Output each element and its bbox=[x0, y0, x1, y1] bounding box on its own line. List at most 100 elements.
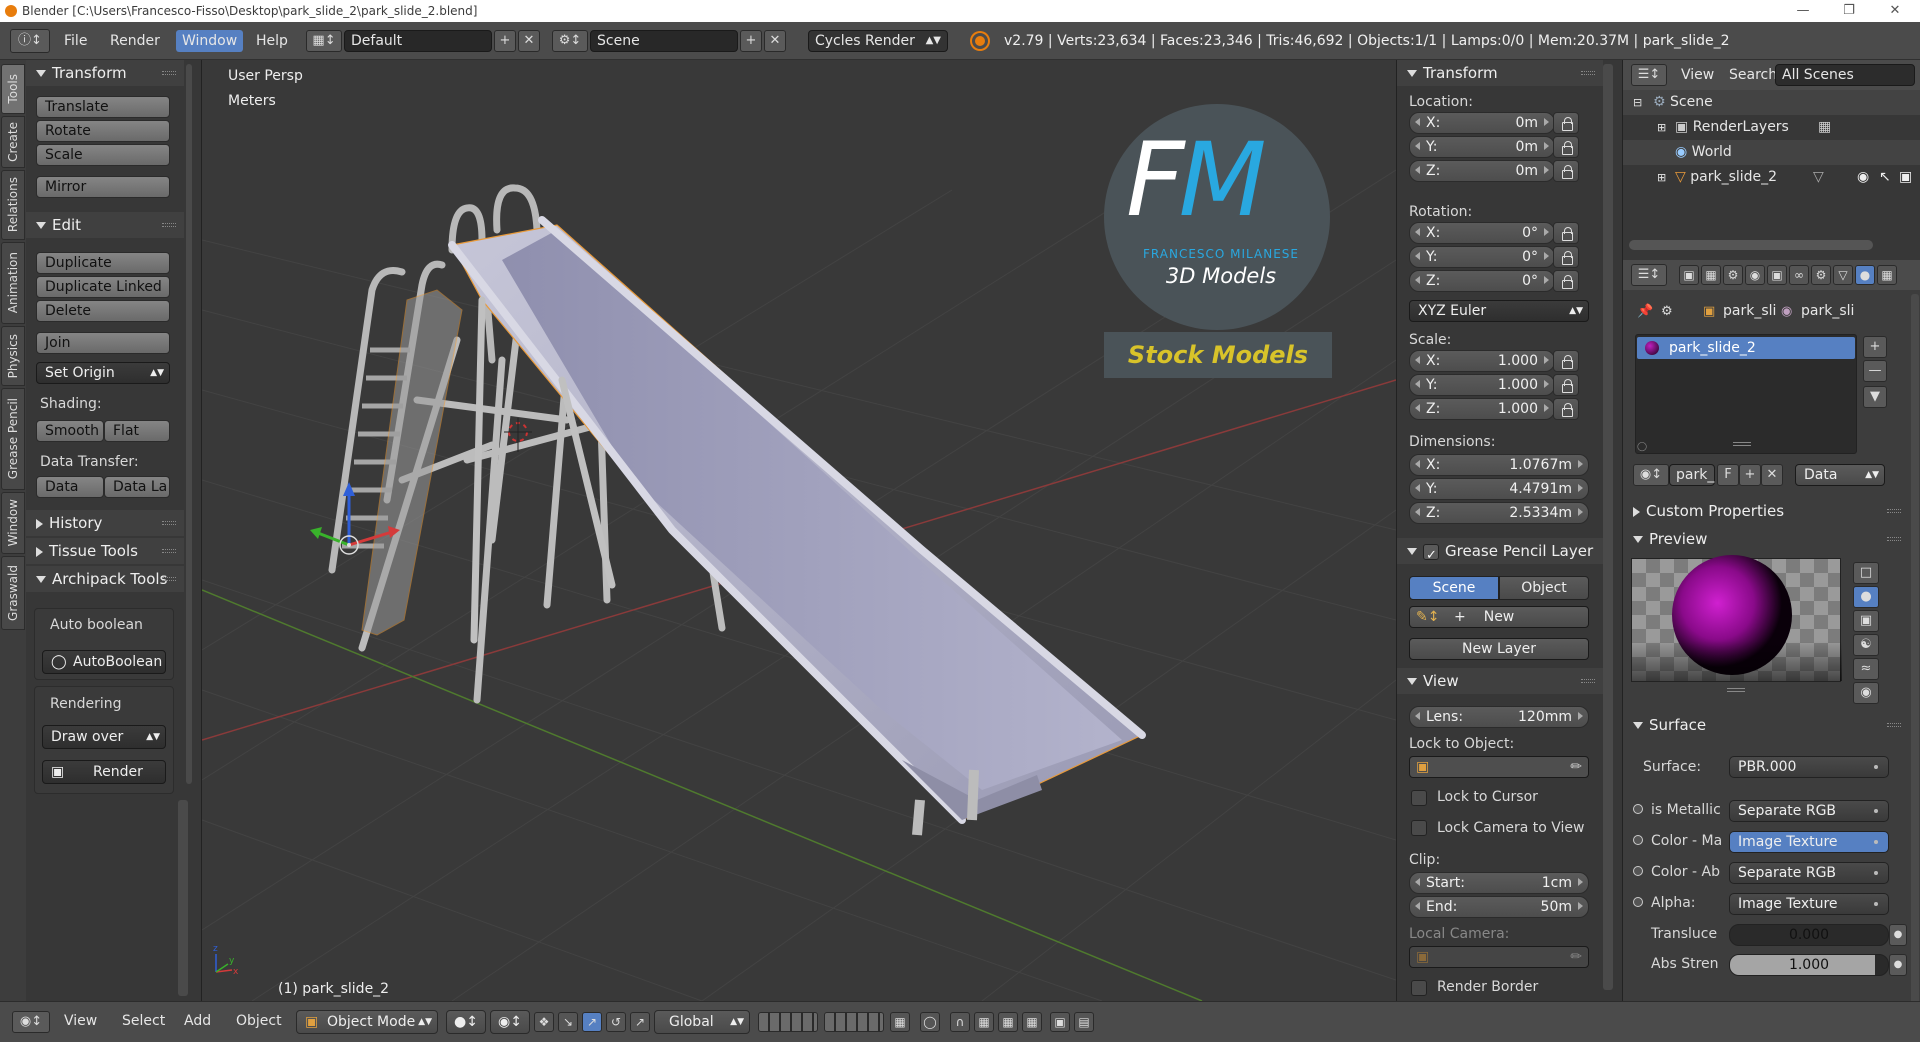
custom-properties-header[interactable]: Custom Properties bbox=[1623, 498, 1909, 524]
transform-properties-header[interactable]: Transform bbox=[1397, 60, 1603, 86]
view-panel-header[interactable]: View bbox=[1397, 668, 1603, 694]
snap-align-icon[interactable]: ▦ bbox=[1022, 1012, 1042, 1032]
material-specials-icon[interactable]: ▼ bbox=[1863, 386, 1887, 408]
remove-layout-icon[interactable]: ✕ bbox=[518, 30, 540, 52]
tab-physics[interactable]: Physics bbox=[1, 326, 25, 386]
drag-handle-icon[interactable] bbox=[162, 577, 176, 581]
scale-x-field[interactable]: X: 1.000 bbox=[1409, 350, 1555, 372]
set-origin-dropdown[interactable]: Set Origin ▲▼ bbox=[36, 362, 170, 384]
material-crumb[interactable]: park_sli bbox=[1801, 303, 1854, 319]
history-panel-header[interactable]: History bbox=[26, 510, 184, 536]
add-layout-icon[interactable]: + bbox=[494, 30, 516, 52]
collapse-icon[interactable]: ⊟ bbox=[1633, 90, 1642, 115]
preview-monkey-icon[interactable]: ☯ bbox=[1853, 634, 1879, 656]
location-y-field[interactable]: Y: 0m bbox=[1409, 136, 1555, 158]
menu-window[interactable]: Window bbox=[176, 30, 244, 52]
new-layer-button[interactable]: New Layer bbox=[1409, 638, 1589, 660]
lock-scale-y-icon[interactable] bbox=[1553, 374, 1579, 396]
dimension-z-field[interactable]: Z: 2.5334m bbox=[1409, 502, 1589, 524]
mirror-button[interactable]: Mirror bbox=[36, 176, 170, 198]
list-grip-icon[interactable]: ◯ bbox=[1637, 442, 1647, 452]
duplicate-button[interactable]: Duplicate bbox=[36, 252, 170, 274]
archipack-panel-header[interactable]: Archipack Tools bbox=[26, 566, 184, 592]
tab-window[interactable]: Window bbox=[1, 492, 25, 554]
selectable-cursor-icon[interactable]: ↖ bbox=[1879, 165, 1891, 190]
manipulator-toggle-icon[interactable]: ❖ bbox=[534, 1012, 554, 1032]
snap-toggle-icon[interactable]: ∩ bbox=[950, 1012, 970, 1032]
new-material-icon[interactable]: + bbox=[1739, 464, 1761, 486]
3d-viewport[interactable]: z y x User Persp Meters (1) park_slide_2… bbox=[202, 60, 1396, 1001]
fake-user-button[interactable]: F bbox=[1717, 464, 1739, 486]
screen-layout-icon[interactable]: ▦↕ bbox=[306, 30, 342, 52]
rotation-y-field[interactable]: Y: 0° bbox=[1409, 246, 1555, 268]
render-layers-tab-icon[interactable]: ▦ bbox=[1701, 265, 1721, 285]
grease-pencil-new-button[interactable]: ✎↕ + New bbox=[1409, 606, 1589, 628]
data-transfer-button[interactable]: Data bbox=[36, 476, 104, 498]
browse-material-icon[interactable]: ◉↕ bbox=[1633, 464, 1669, 486]
pivot-point-dropdown[interactable]: ◉↕ bbox=[490, 1010, 530, 1034]
drag-handle-icon[interactable] bbox=[162, 71, 176, 75]
dimension-x-field[interactable]: X: 1.0767m bbox=[1409, 454, 1589, 476]
scene-field[interactable]: Scene bbox=[590, 30, 738, 52]
lock-rotation-y-icon[interactable] bbox=[1553, 246, 1579, 268]
rotation-mode-dropdown[interactable]: XYZ Euler ▲▼ bbox=[1409, 300, 1589, 322]
transform-orientation-dropdown[interactable]: Global ▲▼ bbox=[654, 1010, 750, 1034]
drag-handle-icon[interactable] bbox=[1581, 679, 1595, 683]
texture-tab-icon[interactable]: ▦ bbox=[1877, 265, 1897, 285]
material-name-field[interactable]: park_ bbox=[1669, 464, 1715, 486]
opengl-animation-icon[interactable]: ▤ bbox=[1074, 1012, 1094, 1032]
proportional-edit-icon[interactable]: ◯ bbox=[920, 1012, 940, 1032]
dimension-y-field[interactable]: Y: 4.4791m bbox=[1409, 478, 1589, 500]
tab-tools[interactable]: Tools bbox=[1, 64, 25, 114]
draw-over-dropdown[interactable]: Draw over ▲▼ bbox=[42, 725, 166, 749]
tab-animation[interactable]: Animation bbox=[1, 242, 25, 324]
lock-rotation-x-icon[interactable] bbox=[1553, 222, 1579, 244]
lens-field[interactable]: Lens: 120mm bbox=[1409, 706, 1589, 728]
scale-y-field[interactable]: Y: 1.000 bbox=[1409, 374, 1555, 396]
close-window-button[interactable]: ✕ bbox=[1872, 0, 1918, 22]
properties-editor-icon[interactable]: ☰↕ bbox=[1631, 264, 1667, 286]
socket-color-ab-icon[interactable] bbox=[1633, 866, 1643, 876]
lower-scrollbar[interactable] bbox=[178, 800, 188, 996]
delete-button[interactable]: Delete bbox=[36, 300, 170, 322]
remove-material-slot-icon[interactable]: — bbox=[1863, 360, 1887, 382]
lock-location-x-icon[interactable] bbox=[1553, 112, 1579, 134]
outliner-search-menu[interactable]: Search bbox=[1729, 67, 1777, 83]
grease-pencil-checkbox[interactable] bbox=[1423, 543, 1439, 569]
expand-icon[interactable]: ⊞ bbox=[1657, 165, 1666, 190]
drag-handle-icon[interactable] bbox=[162, 549, 176, 553]
tab-grease-pencil[interactable]: Grease Pencil bbox=[1, 388, 25, 490]
opengl-render-icon[interactable]: ▣ bbox=[1050, 1012, 1070, 1032]
expand-icon[interactable]: ⊞ bbox=[1657, 115, 1666, 140]
layout-field[interactable]: Default bbox=[344, 30, 492, 52]
lock-camera-checkbox[interactable] bbox=[1411, 820, 1427, 836]
material-slot-item[interactable]: park_slide_2 bbox=[1637, 337, 1855, 359]
smooth-button[interactable]: Smooth bbox=[36, 420, 104, 442]
footer-object-menu[interactable]: Object bbox=[236, 1013, 282, 1029]
viewport-shading-dropdown[interactable]: ●↕ bbox=[446, 1010, 486, 1034]
scale-z-field[interactable]: Z: 1.000 bbox=[1409, 398, 1555, 420]
remove-scene-icon[interactable]: ✕ bbox=[764, 30, 786, 52]
outliner-row-scene[interactable]: ⊟ ⚙ Scene bbox=[1623, 90, 1920, 115]
tab-graswald[interactable]: Graswald bbox=[1, 556, 25, 630]
menu-file[interactable]: File bbox=[64, 22, 87, 60]
translate-button[interactable]: Translate bbox=[36, 96, 170, 118]
unlink-material-icon[interactable]: ✕ bbox=[1761, 464, 1783, 486]
footer-view-menu[interactable]: View bbox=[64, 1013, 97, 1029]
color-ab-node-button[interactable]: Separate RGB bbox=[1729, 862, 1889, 884]
add-scene-icon[interactable]: + bbox=[740, 30, 762, 52]
tissue-tools-panel-header[interactable]: Tissue Tools bbox=[26, 538, 184, 564]
outliner-view-menu[interactable]: View bbox=[1681, 67, 1714, 83]
outliner-h-scrollbar[interactable] bbox=[1629, 240, 1873, 250]
local-camera-field[interactable]: ▣ ✏ bbox=[1409, 946, 1589, 968]
lock-scale-z-icon[interactable] bbox=[1553, 398, 1579, 420]
editor-type-3d-icon[interactable]: ◉↕ bbox=[12, 1011, 50, 1033]
clip-start-field[interactable]: Start: 1cm bbox=[1409, 872, 1589, 894]
minimize-button[interactable]: — bbox=[1780, 0, 1826, 22]
outliner-row-park-slide[interactable]: ⊞ ▽ park_slide_2 ▽ ◉ ↖ ▣ bbox=[1623, 165, 1920, 190]
grease-pencil-scene-toggle[interactable]: Scene bbox=[1409, 576, 1499, 600]
scale-button[interactable]: Scale bbox=[36, 144, 170, 166]
socket-alpha-icon[interactable] bbox=[1633, 897, 1643, 907]
edit-panel-header[interactable]: Edit bbox=[26, 212, 184, 238]
world-tab-icon[interactable]: ◉ bbox=[1745, 265, 1765, 285]
